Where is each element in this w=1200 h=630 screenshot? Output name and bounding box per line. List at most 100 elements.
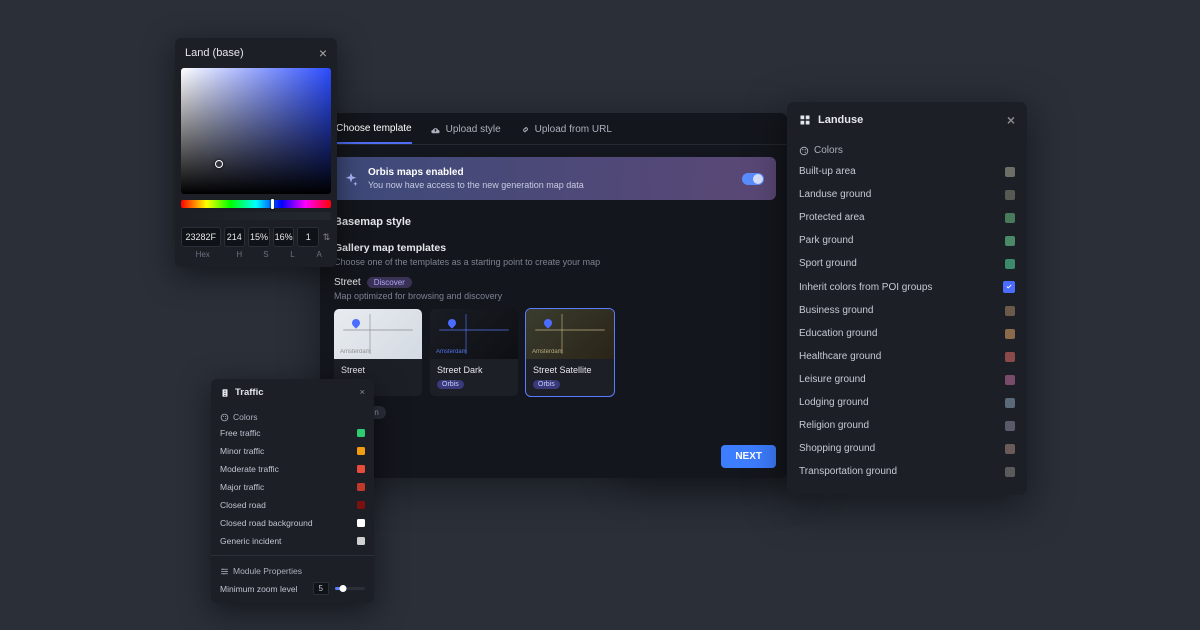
a-input[interactable]: 1	[297, 227, 319, 247]
template-thumb: Amsterdam	[334, 309, 422, 359]
color-swatch[interactable]	[1005, 467, 1015, 477]
traffic-color-row[interactable]: Free traffic	[211, 424, 374, 442]
color-swatch[interactable]	[357, 447, 365, 455]
link-icon	[519, 124, 530, 135]
traffic-row-label: Free traffic	[220, 428, 260, 438]
hex-input[interactable]: 23282F	[181, 227, 221, 247]
marker-icon	[350, 317, 361, 328]
landuse-color-row[interactable]: Religion ground	[787, 414, 1027, 437]
landuse-color-row[interactable]: Protected area	[787, 206, 1027, 229]
zoom-value[interactable]: 5	[313, 582, 329, 595]
color-swatch[interactable]	[1005, 398, 1015, 408]
stepper-icon[interactable]: ⇅	[322, 232, 331, 243]
tab-upload-url[interactable]: Upload from URL	[519, 123, 612, 144]
traffic-row-label: Moderate traffic	[220, 464, 279, 474]
sl-handle[interactable]	[215, 160, 223, 168]
zoom-slider[interactable]	[335, 587, 365, 590]
traffic-row-label: Major traffic	[220, 482, 264, 492]
landuse-color-row[interactable]: Lodging ground	[787, 391, 1027, 414]
landuse-color-row[interactable]: Business ground	[787, 299, 1027, 322]
category-badge: Discover	[367, 277, 412, 288]
marker-icon	[542, 317, 553, 328]
close-icon[interactable]: ×	[359, 387, 365, 398]
color-swatch[interactable]	[1005, 306, 1015, 316]
color-swatch[interactable]	[357, 429, 365, 437]
template-card-street-dark[interactable]: Amsterdam Street Dark Orbis	[430, 309, 518, 396]
h-input[interactable]: 214	[224, 227, 246, 247]
color-swatch[interactable]	[1005, 236, 1015, 246]
traffic-color-row[interactable]: Major traffic	[211, 478, 374, 496]
template-name: Street Dark	[430, 359, 518, 377]
category-name: Street	[334, 277, 361, 288]
color-swatch[interactable]	[357, 519, 365, 527]
landuse-color-row[interactable]: Transportation ground	[787, 460, 1027, 483]
color-swatch[interactable]	[1005, 352, 1015, 362]
color-swatch[interactable]	[1005, 329, 1015, 339]
landuse-row-label: Park ground	[799, 235, 853, 246]
landuse-row-label: Education ground	[799, 328, 877, 339]
inherit-checkbox[interactable]	[1003, 281, 1015, 293]
banner-subtitle: You now have access to the new generatio…	[368, 180, 584, 190]
color-swatch[interactable]	[1005, 421, 1015, 431]
next-button[interactable]: NEXT	[721, 445, 776, 468]
traffic-row-label: Closed road background	[220, 518, 313, 528]
landuse-row-label: Business ground	[799, 305, 874, 316]
color-swatch[interactable]	[357, 465, 365, 473]
l-input[interactable]: 16%	[273, 227, 295, 247]
landuse-color-row[interactable]: Education ground	[787, 322, 1027, 345]
landuse-color-row[interactable]: Sport ground	[787, 252, 1027, 275]
traffic-color-row[interactable]: Closed road background	[211, 514, 374, 532]
traffic-color-row[interactable]: Closed road	[211, 496, 374, 514]
color-swatch[interactable]	[1005, 375, 1015, 385]
sliders-icon	[220, 567, 229, 576]
landuse-color-row[interactable]: Built-up area	[787, 160, 1027, 183]
color-swatch[interactable]	[357, 483, 365, 491]
landuse-color-row[interactable]: Park ground	[787, 229, 1027, 252]
category-help: Map optimized for browsing and discovery	[334, 291, 774, 301]
landuse-title: Landuse	[818, 114, 863, 126]
close-icon[interactable]: ×	[319, 46, 327, 60]
color-swatch[interactable]	[1005, 167, 1015, 177]
color-swatch[interactable]	[357, 537, 365, 545]
orbis-toggle[interactable]	[742, 173, 764, 185]
hue-handle[interactable]	[271, 199, 274, 209]
template-name: Street Satellite	[526, 359, 614, 377]
color-swatch[interactable]	[1005, 259, 1015, 269]
traffic-color-row[interactable]: Minor traffic	[211, 442, 374, 460]
inherit-colors-row[interactable]: Inherit colors from POI groups	[787, 275, 1027, 299]
landuse-row-label: Transportation ground	[799, 466, 897, 477]
sparkle-icon	[344, 172, 358, 186]
h-label: H	[227, 250, 251, 259]
landuse-color-row[interactable]: Landuse ground	[787, 183, 1027, 206]
zoom-label: Minimum zoom level	[220, 584, 307, 594]
s-input[interactable]: 15%	[248, 227, 270, 247]
colors-section-label: Colors	[233, 412, 258, 422]
traffic-panel: Traffic × Colors Free trafficMinor traff…	[211, 379, 374, 603]
close-icon[interactable]: ×	[1007, 113, 1015, 127]
landuse-panel: Landuse × Colors Built-up area Landuse gr…	[787, 102, 1027, 495]
template-card-street-satellite[interactable]: Amsterdam Street Satellite Orbis	[526, 309, 614, 396]
color-swatch[interactable]	[1005, 213, 1015, 223]
saturation-lightness-field[interactable]	[181, 68, 331, 194]
color-swatch[interactable]	[357, 501, 365, 509]
traffic-row-label: Closed road	[220, 500, 266, 510]
color-swatch[interactable]	[1005, 444, 1015, 454]
marker-icon	[446, 317, 457, 328]
tab-upload-style[interactable]: Upload style	[430, 123, 501, 144]
colors-section-label: Colors	[814, 145, 843, 156]
traffic-color-row[interactable]: Generic incident	[211, 532, 374, 550]
landuse-color-row[interactable]: Leisure ground	[787, 368, 1027, 391]
palette-icon	[799, 146, 809, 156]
landuse-row-label: Landuse ground	[799, 189, 871, 200]
gallery-help: Choose one of the templates as a startin…	[334, 257, 774, 267]
landuse-row-label: Built-up area	[799, 166, 856, 177]
traffic-color-row[interactable]: Moderate traffic	[211, 460, 374, 478]
color-swatch[interactable]	[1005, 190, 1015, 200]
alpha-slider[interactable]	[181, 212, 331, 220]
orbis-badge: Orbis	[437, 380, 464, 389]
hue-slider[interactable]	[181, 200, 331, 208]
palette-icon	[220, 413, 229, 422]
landuse-color-row[interactable]: Shopping ground	[787, 437, 1027, 460]
tab-choose-template[interactable]: Choose template	[336, 123, 412, 144]
landuse-color-row[interactable]: Healthcare ground	[787, 345, 1027, 368]
